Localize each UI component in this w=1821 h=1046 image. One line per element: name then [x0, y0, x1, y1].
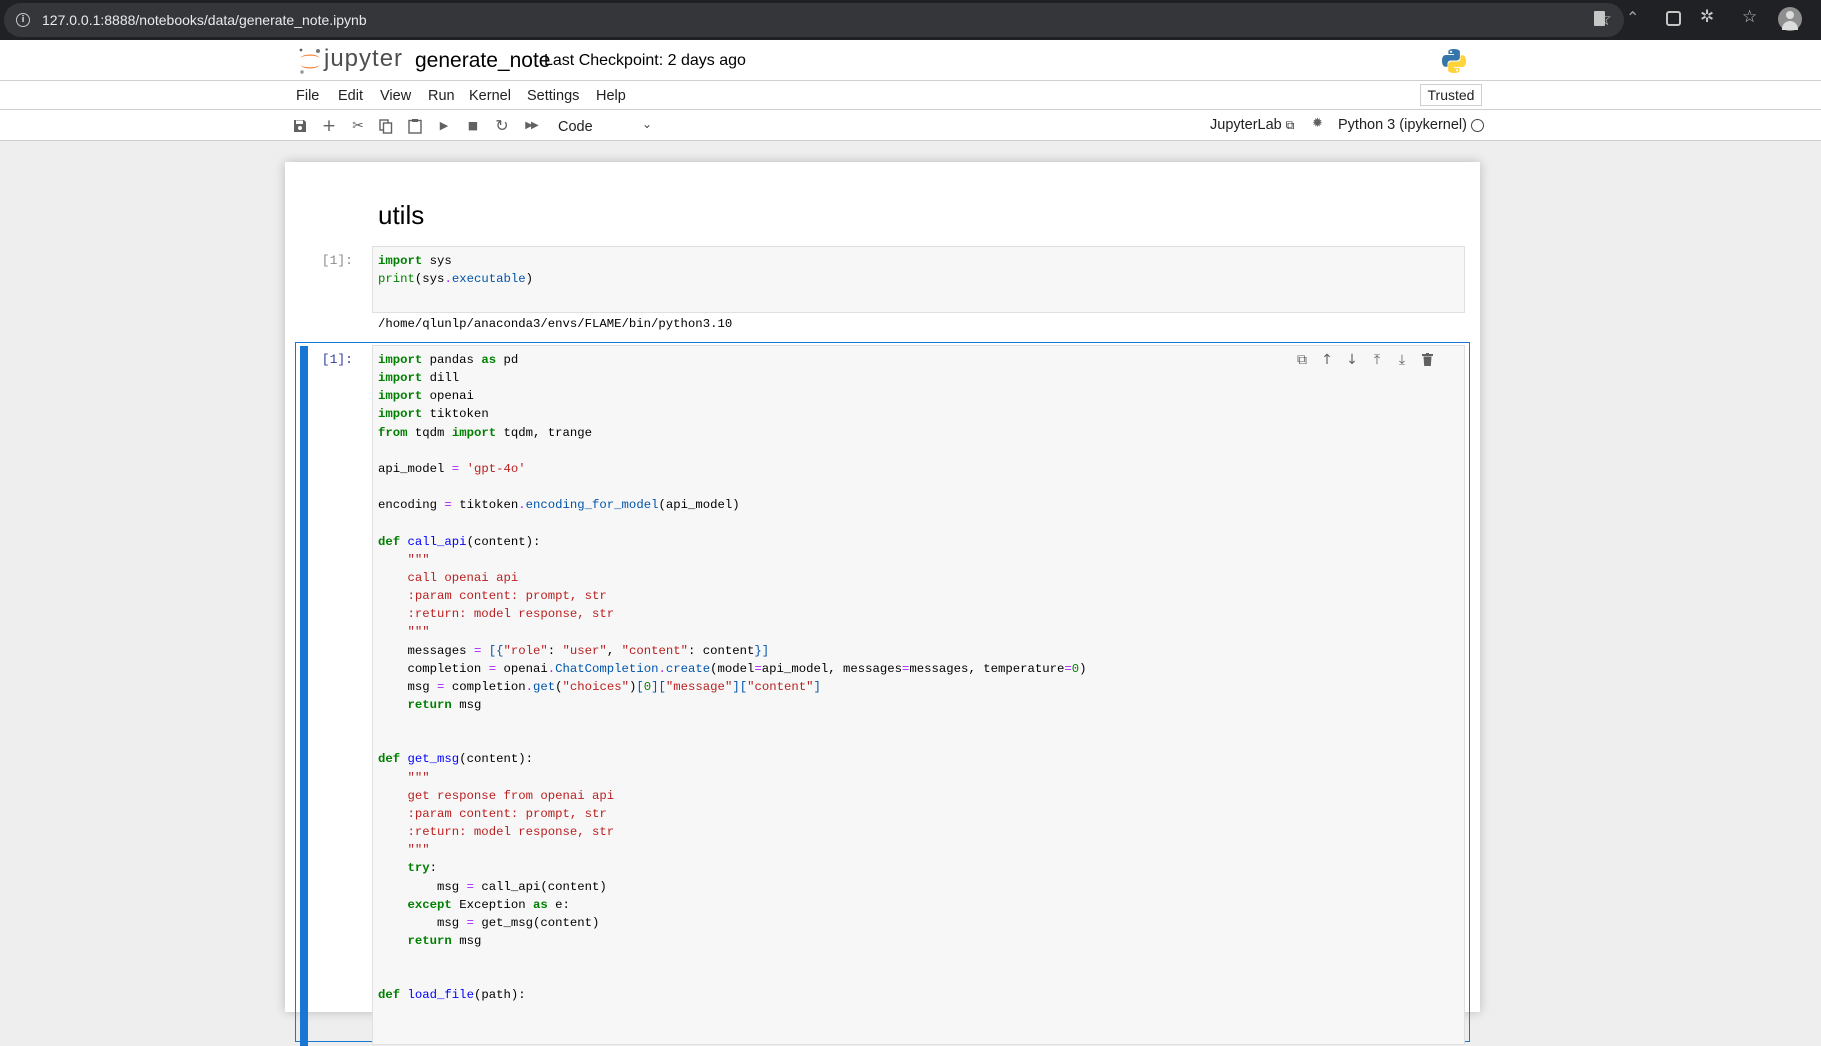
kernel-status-icon	[1471, 119, 1484, 132]
kernel-name[interactable]: Python 3 (ipykernel)	[1338, 117, 1467, 133]
menu-file[interactable]: File	[296, 88, 319, 104]
markdown-heading[interactable]: utils	[378, 200, 424, 231]
jupyter-logo-icon[interactable]	[296, 46, 324, 76]
header-divider	[0, 80, 1821, 81]
code-cell-editor[interactable]: import sys print(sys.executable)	[372, 246, 1465, 313]
jupyter-logo-text[interactable]: jupyter	[324, 45, 403, 73]
code-text[interactable]: import sys print(sys.executable)	[378, 252, 533, 288]
external-link-icon: ⧉	[1285, 118, 1295, 132]
toolbar-divider	[0, 140, 1821, 141]
graduation-cap-icon[interactable]: ⌃	[1626, 8, 1646, 28]
menu-help[interactable]: Help	[596, 88, 626, 104]
notebook-toolbar: + ✂ ▶ ■ ↻ ▶▶ Code ⌄	[290, 112, 1490, 140]
url-text[interactable]: 127.0.0.1:8888/notebooks/data/generate_n…	[42, 12, 367, 28]
box-extension-icon[interactable]	[1664, 9, 1684, 29]
jupyterlab-link[interactable]: JupyterLab ⧉	[1210, 117, 1294, 133]
paste-icon[interactable]	[405, 116, 425, 136]
move-down-icon[interactable]: ↓	[1341, 349, 1363, 371]
menu-divider	[0, 109, 1821, 110]
run-icon[interactable]: ▶	[434, 116, 454, 136]
interrupt-icon[interactable]: ■	[463, 116, 483, 136]
python-logo-icon	[1442, 49, 1466, 73]
code-text[interactable]: import pandas as pd import dill import o…	[378, 351, 1087, 1005]
last-checkpoint: Last Checkpoint: 2 days ago	[544, 52, 746, 69]
menu-run[interactable]: Run	[428, 88, 455, 104]
cell-type-select[interactable]: Code ⌄	[558, 117, 654, 137]
cell-collapser[interactable]	[300, 346, 308, 1046]
notebook-panel: utils [1]: import sys print(sys.executab…	[285, 162, 1480, 1046]
info-icon[interactable]: i	[16, 13, 30, 27]
profile-avatar[interactable]	[1778, 7, 1802, 31]
code-cell-editor-active[interactable]: import pandas as pd import dill import o…	[372, 345, 1465, 1045]
menu-settings[interactable]: Settings	[527, 88, 579, 104]
insert-below-icon[interactable]: ⤓	[1391, 349, 1413, 371]
cut-icon[interactable]: ✂	[348, 116, 368, 136]
delete-icon[interactable]	[1416, 349, 1438, 371]
menu-kernel[interactable]: Kernel	[469, 88, 511, 104]
save-icon[interactable]	[290, 116, 310, 136]
move-up-icon[interactable]: ↑	[1316, 349, 1338, 371]
cell-output: /home/qlunlp/anaconda3/envs/FLAME/bin/py…	[378, 317, 733, 331]
menu-view[interactable]: View	[380, 88, 411, 104]
chevron-down-icon: ⌄	[641, 117, 652, 131]
insert-cell-icon[interactable]: +	[319, 116, 339, 136]
copy-icon[interactable]	[376, 116, 396, 136]
browser-bar: i 127.0.0.1:8888/notebooks/data/generate…	[0, 0, 1821, 40]
trusted-indicator[interactable]: Trusted	[1420, 84, 1482, 106]
cell-prompt: [1]:	[321, 253, 353, 268]
duplicate-icon[interactable]: ⧉	[1291, 349, 1313, 371]
notebook-name[interactable]: generate_note	[415, 49, 550, 73]
restart-icon[interactable]: ↻	[492, 116, 512, 136]
puzzle-icon[interactable]: ✲	[1700, 7, 1720, 27]
jupyterlab-link-label: JupyterLab	[1210, 117, 1282, 133]
cell-prompt-active: [1]:	[321, 352, 353, 367]
document-icon[interactable]	[1590, 9, 1610, 29]
menu-edit[interactable]: Edit	[338, 88, 363, 104]
insert-above-icon[interactable]: ⤒	[1366, 349, 1388, 371]
restart-run-all-icon[interactable]: ▶▶	[521, 116, 541, 136]
cell-type-value: Code	[558, 119, 593, 135]
debugger-icon[interactable]: ✹	[1312, 116, 1323, 131]
favorites-icon[interactable]: ☆	[1742, 7, 1762, 27]
address-bar[interactable]: i 127.0.0.1:8888/notebooks/data/generate…	[4, 3, 1624, 37]
